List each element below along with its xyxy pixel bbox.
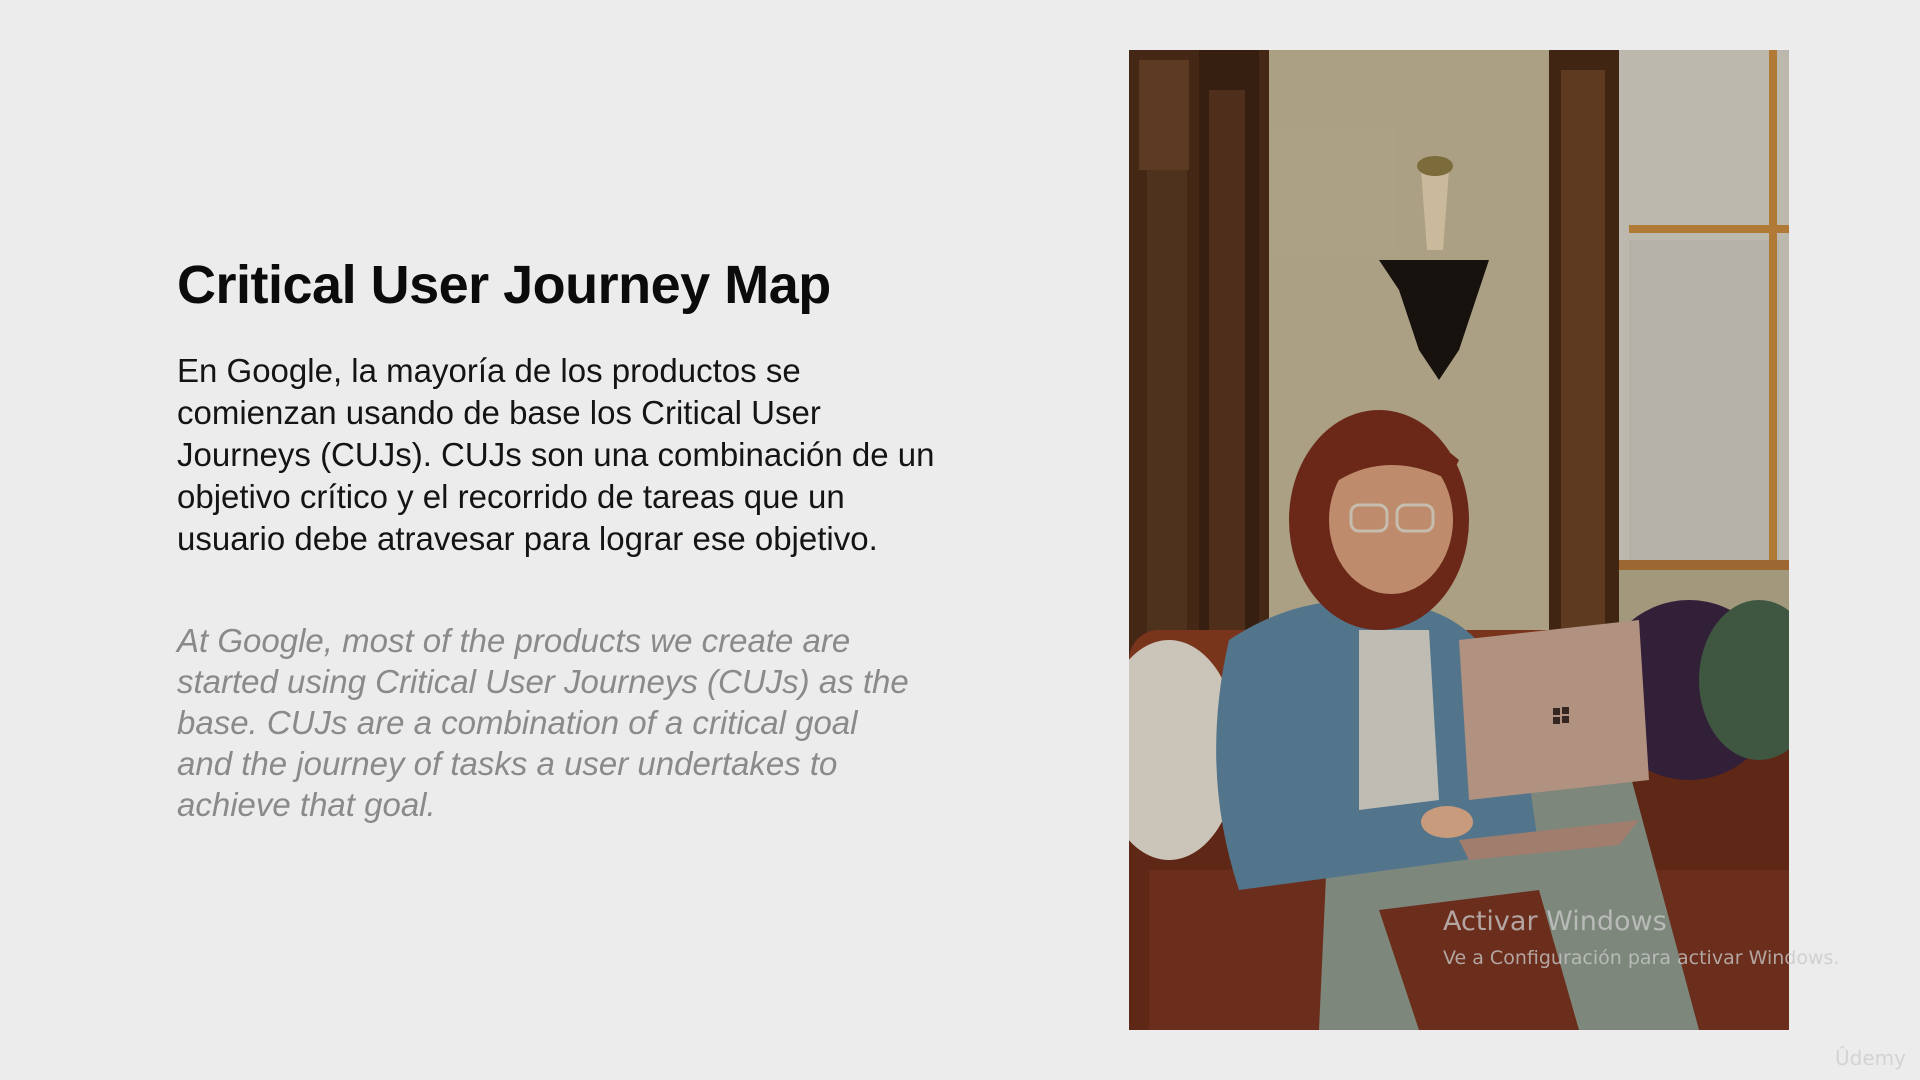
photo-woman-with-laptop [1129,50,1789,1030]
slide: Critical User Journey Map En Google, la … [0,0,1920,1080]
body-text-spanish: En Google, la mayoría de los productos s… [177,352,935,557]
watermark-title: Activar Windows [1443,906,1667,937]
watermark-subtitle: Ve a Configuración para activar Windows. [1443,947,1840,969]
windows-activation-watermark: Activar Windows Ve a Configuración para … [1443,905,1839,971]
slide-title: Critical User Journey Map [177,255,831,315]
body-text-english: At Google, most of the products we creat… [177,622,909,823]
udemy-logo: Ûdemy [1835,1046,1906,1070]
